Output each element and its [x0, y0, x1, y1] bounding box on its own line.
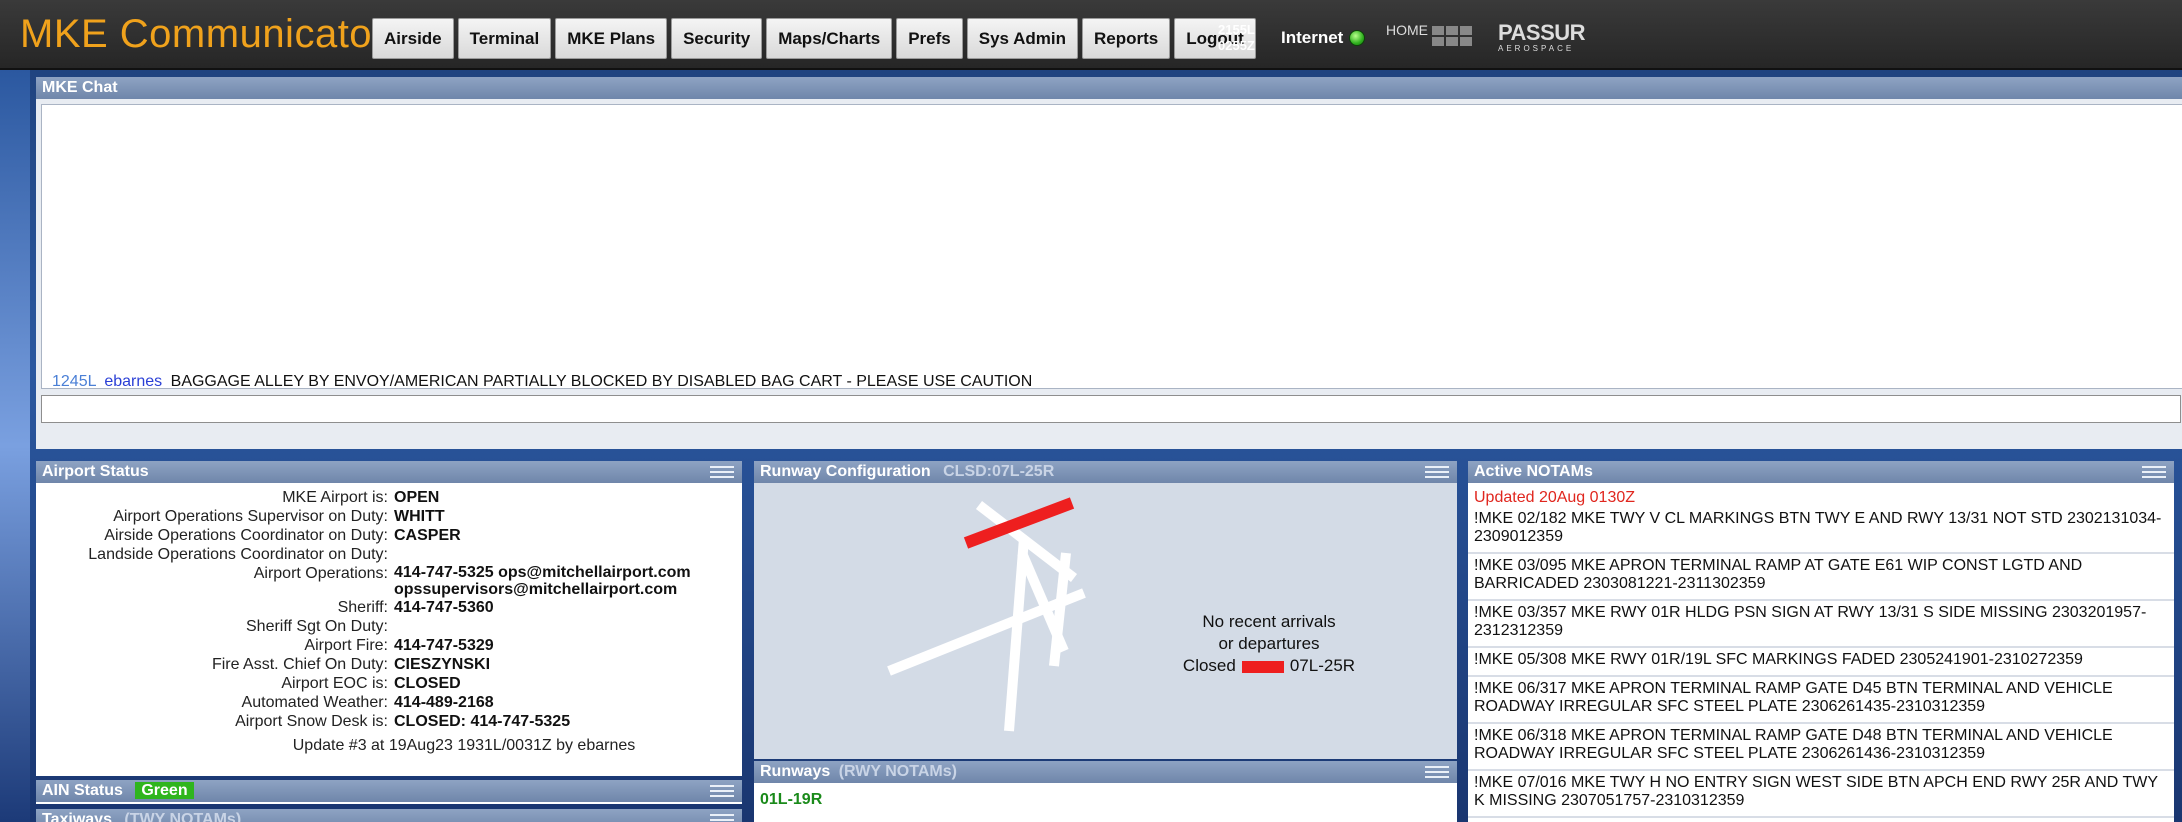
nav-security-button[interactable]: Security — [671, 18, 763, 59]
status-row: MKE Airport is: OPEN — [282, 489, 440, 506]
taxiways-header: Taxiways (TWY NOTAMs) — [36, 809, 742, 822]
chat-message-text: BAGGAGE ALLEY BY ENVOY/AMERICAN PARTIALL… — [170, 373, 1033, 390]
nav-terminal-button[interactable]: Terminal — [457, 18, 552, 59]
hamburger-menu-icon[interactable] — [1425, 466, 1449, 481]
status-led-icon — [1349, 30, 1366, 46]
closed-prefix: Closed — [1182, 656, 1236, 675]
chat-panel: MKE Chat 1245L ebarnes BAGGAGE ALLEY BY … — [36, 77, 2182, 449]
runway-diagram: No recent arrivals or departures Closed 0… — [754, 483, 1457, 759]
status-row: Landside Operations Coordinator on Duty: — [88, 546, 388, 563]
notam-item: !MKE 05/308 MKE RWY 01R/19L SFC MARKINGS… — [1468, 648, 2174, 677]
runways-panel: Runways (RWY NOTAMs) 01L-19R — [754, 761, 1457, 822]
notams-updated: Updated 20Aug 0130Z — [1474, 489, 1636, 506]
status-row: Fire Asst. Chief On Duty: CIESZYNSKI — [211, 656, 491, 673]
chat-input[interactable] — [41, 395, 2181, 423]
app-title: MKE Communicator — [20, 12, 386, 56]
airport-status-panel: Airport Status MKE Airport is: OPEN Airpo… — [36, 461, 742, 776]
grid-icon — [1432, 26, 1472, 46]
status-update-note: Update #3 at 19Aug23 1931L/0031Z by ebar… — [292, 737, 636, 754]
top-bar: MKE Communicator Airside Terminal MKE Pl… — [0, 0, 2182, 70]
status-badge: Green — [135, 782, 194, 799]
chat-header: MKE Chat — [36, 77, 2182, 99]
status-row: Airport Operations: 414-747-5325 ops@mitc… — [253, 564, 691, 598]
taxiways-panel: Taxiways (TWY NOTAMs) — [36, 809, 742, 822]
status-list: MKE Airport is: OPEN Airport Operations S… — [36, 483, 742, 731]
no-recent-line2: or departures — [1218, 634, 1320, 653]
desktop-background — [0, 70, 30, 822]
hamburger-menu-icon[interactable] — [710, 785, 734, 800]
runway-config-header: Runway Configuration CLSD:07L-25R — [754, 461, 1457, 483]
notams-title: Active NOTAMs — [1474, 463, 1593, 480]
runways-sub: (RWY NOTAMs) — [838, 763, 957, 780]
hamburger-menu-icon[interactable] — [710, 466, 734, 481]
notam-item: !MKE 06/318 MKE APRON TERMINAL RAMP GATE… — [1468, 724, 2174, 771]
taxiways-title: Taxiways — [42, 811, 112, 822]
closed-legend: Closed 07L-25R — [1129, 655, 1409, 677]
clock-zulu: 0255Z — [1218, 38, 1255, 53]
status-row: Airport Operations Supervisor on Duty: WH… — [113, 508, 445, 525]
chat-message: 1245L ebarnes BAGGAGE ALLEY BY ENVOY/AME… — [52, 373, 1032, 391]
ain-status-header: AIN Status Green — [36, 780, 742, 802]
no-recent-line1: No recent arrivals — [1202, 612, 1336, 631]
clock-local: 2155L — [1218, 22, 1255, 37]
home-label: HOME — [1386, 22, 1428, 38]
home-link[interactable]: HOME — [1386, 22, 1472, 46]
runways-title: Runways — [760, 763, 831, 780]
ain-status-title: AIN Status — [42, 782, 123, 799]
runway-closed-label: CLSD:07L-25R — [943, 463, 1055, 480]
runways-header: Runways (RWY NOTAMs) — [754, 761, 1457, 783]
nav-reports-button[interactable]: Reports — [1081, 18, 1171, 59]
closed-swatch-icon — [1241, 660, 1284, 673]
hamburger-menu-icon[interactable] — [2142, 466, 2166, 481]
notam-item: !MKE 06/317 MKE APRON TERMINAL RAMP GATE… — [1468, 677, 2174, 724]
internet-status: Internet — [1281, 28, 1366, 48]
status-row: Airport Fire: 414-747-5329 — [304, 637, 494, 654]
runway-config-title: Runway Configuration — [760, 463, 931, 480]
notam-item: !MKE 03/357 MKE RWY 01R HLDG PSN SIGN AT… — [1468, 601, 2174, 648]
ain-status-panel: AIN Status Green — [36, 780, 742, 804]
runway-item[interactable]: 01L-19R — [754, 783, 1457, 817]
airport-status-header: Airport Status — [36, 461, 742, 483]
notams-panel: Active NOTAMs Updated 20Aug 0130Z !MKE 0… — [1468, 461, 2174, 822]
airport-status-title: Airport Status — [42, 463, 149, 480]
nav-prefs-button[interactable]: Prefs — [896, 18, 963, 59]
status-row: Sheriff: 414-747-5360 — [337, 599, 494, 616]
passur-logo: PASSUR AEROSPACE — [1498, 20, 1586, 53]
status-row: Airside Operations Coordinator on Duty: C… — [104, 527, 461, 544]
nav-mke-plans-button[interactable]: MKE Plans — [555, 18, 668, 59]
status-row: Automated Weather: 414-489-2168 — [241, 694, 494, 711]
hamburger-menu-icon[interactable] — [710, 814, 734, 822]
runway-01l-19r — [1004, 537, 1029, 732]
chat-messages: 1245L ebarnes BAGGAGE ALLEY BY ENVOY/AME… — [41, 104, 2182, 391]
status-row: Airport EOC is: CLOSED — [281, 675, 461, 692]
hamburger-menu-icon[interactable] — [1425, 766, 1449, 781]
clock: 2155L 0255Z — [1218, 22, 1255, 54]
runway-config-panel: Runway Configuration CLSD:07L-25R No rec… — [754, 461, 1457, 759]
brand-sub: AEROSPACE — [1498, 44, 1575, 53]
taxiways-sub: (TWY NOTAMs) — [124, 811, 242, 822]
notam-item: !MKE 03/095 MKE APRON TERMINAL RAMP AT G… — [1468, 554, 2174, 601]
nav-sys-admin-button[interactable]: Sys Admin — [966, 18, 1078, 59]
main-nav: Airside Terminal MKE Plans Security Maps… — [372, 18, 1256, 59]
nav-maps-charts-button[interactable]: Maps/Charts — [766, 18, 893, 59]
closed-runway: 07L-25R — [1289, 656, 1356, 675]
nav-airside-button[interactable]: Airside — [372, 18, 454, 59]
status-row: Airport Snow Desk is: CLOSED: 414-747-532… — [235, 713, 571, 730]
chat-title: MKE Chat — [42, 79, 118, 96]
notams-header: Active NOTAMs — [1468, 461, 2174, 483]
internet-label: Internet — [1281, 28, 1344, 47]
notam-item: !MKE 02/182 MKE TWY V CL MARKINGS BTN TW… — [1468, 507, 2174, 554]
status-row: Sheriff Sgt On Duty: — [246, 618, 388, 635]
chat-message-user[interactable]: ebarnes — [104, 373, 162, 390]
chat-message-time: 1245L — [52, 373, 96, 390]
traffic-message: No recent arrivals or departures Closed 0… — [1129, 611, 1409, 677]
notam-item: !MKE 07/016 MKE TWY H NO ENTRY SIGN WEST… — [1468, 771, 2174, 818]
brand-name: PASSUR — [1498, 20, 1586, 45]
